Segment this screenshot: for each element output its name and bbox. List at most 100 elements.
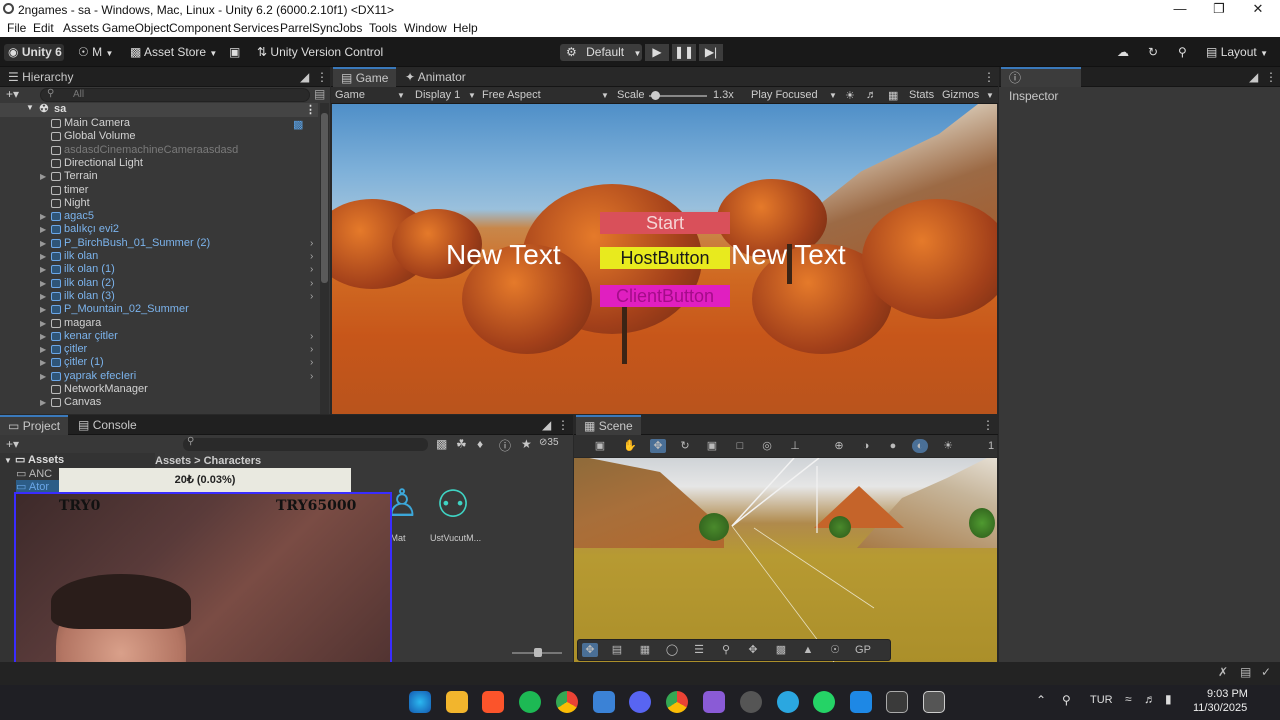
edge-icon[interactable]: [409, 691, 431, 713]
fold-closed-icon[interactable]: ▶: [40, 343, 46, 356]
fold-closed-icon[interactable]: ▶: [40, 303, 46, 316]
version-control-button[interactable]: ⇅ Unity Version Control ▼: [257, 44, 391, 75]
cache-icon[interactable]: ▤: [1240, 665, 1251, 679]
icon-size-slider[interactable]: [512, 648, 562, 657]
hierarchy-item[interactable]: ▶ Terrain: [0, 170, 318, 183]
search-options-icon[interactable]: ▤: [314, 87, 325, 101]
fold-closed-icon[interactable]: ▶: [40, 317, 46, 330]
volume-icon[interactable]: ♬: [1144, 692, 1156, 706]
unity-hub-icon[interactable]: [886, 691, 908, 713]
custom-tool-icon[interactable]: ⊥: [787, 439, 803, 453]
sun-icon[interactable]: ☀: [845, 89, 855, 102]
prefab-open-icon[interactable]: ›: [310, 343, 313, 356]
hierarchy-item[interactable]: ▶ ilk olan (3) ›: [0, 290, 318, 303]
menu-component[interactable]: Component: [169, 21, 231, 35]
gp-button[interactable]: GP: [852, 643, 874, 657]
tab-game[interactable]: ▤ Game: [333, 67, 397, 87]
prefab-open-icon[interactable]: ›: [310, 277, 313, 290]
step-button[interactable]: ▶|: [699, 44, 723, 61]
discord-icon[interactable]: [629, 691, 651, 713]
project-search-input[interactable]: ⚲: [183, 436, 428, 451]
start-button[interactable]: Start: [600, 212, 730, 234]
hierarchy-item[interactable]: NetworkManager: [0, 383, 318, 396]
assets-root[interactable]: ▼ ▭ Assets: [4, 453, 64, 466]
fold-closed-icon[interactable]: ▶: [40, 170, 46, 183]
global-icon[interactable]: ⊕: [831, 439, 847, 453]
microphone-icon[interactable]: ⚲: [1062, 693, 1071, 707]
lit-sphere-icon[interactable]: ◐: [912, 439, 928, 453]
rect-tool-icon[interactable]: □: [732, 439, 748, 453]
prefab-open-icon[interactable]: ›: [310, 263, 313, 276]
play-button[interactable]: ▶: [645, 44, 669, 61]
lock-icon[interactable]: ◢: [542, 418, 551, 432]
game-viewport[interactable]: Start HostButton ClientButton New Text N…: [332, 104, 997, 414]
menu-services[interactable]: Services: [233, 21, 279, 35]
menu-file[interactable]: File: [7, 21, 26, 35]
shading-icon[interactable]: ◑: [858, 439, 874, 453]
move-tool-icon[interactable]: ✥: [650, 439, 666, 453]
stats-button[interactable]: Stats: [909, 89, 934, 101]
game-mode-dropdown[interactable]: Game: [335, 89, 365, 101]
close-icon[interactable]: ✕: [1238, 1, 1278, 17]
menu-assets[interactable]: Assets: [63, 21, 99, 35]
terrain-icon[interactable]: ▲: [800, 643, 816, 657]
host-button[interactable]: HostButton: [600, 247, 730, 269]
prefab-open-icon[interactable]: ›: [310, 370, 313, 383]
spotify-icon[interactable]: [519, 691, 541, 713]
fold-closed-icon[interactable]: ▶: [40, 277, 46, 290]
gizmos-button[interactable]: Gizmos: [942, 89, 979, 101]
scene-root-row[interactable]: ▼ ☢ sa ⋮: [0, 103, 318, 117]
whatsapp-icon[interactable]: [813, 691, 835, 713]
lock-icon[interactable]: ◢: [300, 70, 309, 84]
minimize-icon[interactable]: —: [1160, 1, 1200, 16]
check-icon[interactable]: ✓: [1261, 665, 1271, 679]
scale-slider-knob[interactable]: [651, 91, 660, 100]
hierarchy-item[interactable]: ▶ ilk olan (2) ›: [0, 277, 318, 290]
hierarchy-item[interactable]: ▶ P_BirchBush_01_Summer (2) ›: [0, 237, 318, 250]
hierarchy-item[interactable]: ▶ ilk olan ›: [0, 250, 318, 263]
account-button[interactable]: ◉ Unity 6: [4, 44, 64, 61]
play-mode-dropdown[interactable]: Play Focused: [751, 89, 818, 101]
menu-parrelsync[interactable]: ParrelSync: [280, 21, 339, 35]
warning-icon[interactable]: ⓘ: [499, 437, 511, 454]
scene-viewport[interactable]: [574, 458, 997, 662]
filter-label-icon[interactable]: ☘: [456, 437, 467, 451]
browser-icon[interactable]: [777, 691, 799, 713]
adobe-icon[interactable]: [850, 691, 872, 713]
fold-closed-icon[interactable]: ▶: [40, 396, 46, 409]
hierarchy-item[interactable]: ▶ agac5: [0, 210, 318, 223]
search-icon[interactable]: ⚲: [1178, 44, 1194, 61]
filter-type-icon[interactable]: ▩: [436, 437, 447, 451]
menu-jobs[interactable]: Jobs: [337, 21, 362, 35]
fold-closed-icon[interactable]: ▶: [40, 370, 46, 383]
hierarchy-item[interactable]: Main Camera: [0, 117, 318, 130]
compass-icon[interactable]: ☉: [827, 643, 843, 657]
layers-icon[interactable]: ☰: [691, 643, 707, 657]
scene-more-icon[interactable]: ⋮: [305, 103, 316, 116]
grid-icon[interactable]: ▦: [888, 89, 898, 102]
camera-icon[interactable]: ▩: [773, 643, 789, 657]
tab-project[interactable]: ▭ Project: [0, 415, 69, 435]
scale-tool-icon[interactable]: ▣: [704, 439, 720, 453]
pause-button[interactable]: ❚❚: [672, 44, 696, 61]
tag-icon[interactable]: ♦: [477, 437, 483, 451]
more-icon[interactable]: ⋮: [1265, 70, 1277, 84]
more-icon[interactable]: ⋮: [557, 418, 569, 432]
pivot-icon[interactable]: ✥: [745, 643, 761, 657]
hierarchy-item[interactable]: Night: [0, 197, 318, 210]
transform-tool-icon[interactable]: ◎: [759, 439, 775, 453]
prefab-open-icon[interactable]: ›: [310, 330, 313, 343]
more-icon[interactable]: ⋮: [983, 70, 995, 84]
menu-window[interactable]: Window: [404, 21, 447, 35]
orbit-icon[interactable]: ◯: [664, 643, 680, 657]
hierarchy-item[interactable]: timer: [0, 184, 318, 197]
fold-closed-icon[interactable]: ▶: [40, 330, 46, 343]
search-icon[interactable]: ⚲: [718, 643, 734, 657]
add-icon[interactable]: +▾: [6, 437, 19, 451]
tab-scene[interactable]: ▦ Scene: [576, 415, 641, 435]
fold-closed-icon[interactable]: ▶: [40, 263, 46, 276]
tab-console[interactable]: ▤ Console: [70, 415, 145, 435]
brave-icon[interactable]: [482, 691, 504, 713]
fold-closed-icon[interactable]: ▶: [40, 290, 46, 303]
layout-mode-dropdown[interactable]: ⚙ Default ▼: [560, 44, 642, 61]
